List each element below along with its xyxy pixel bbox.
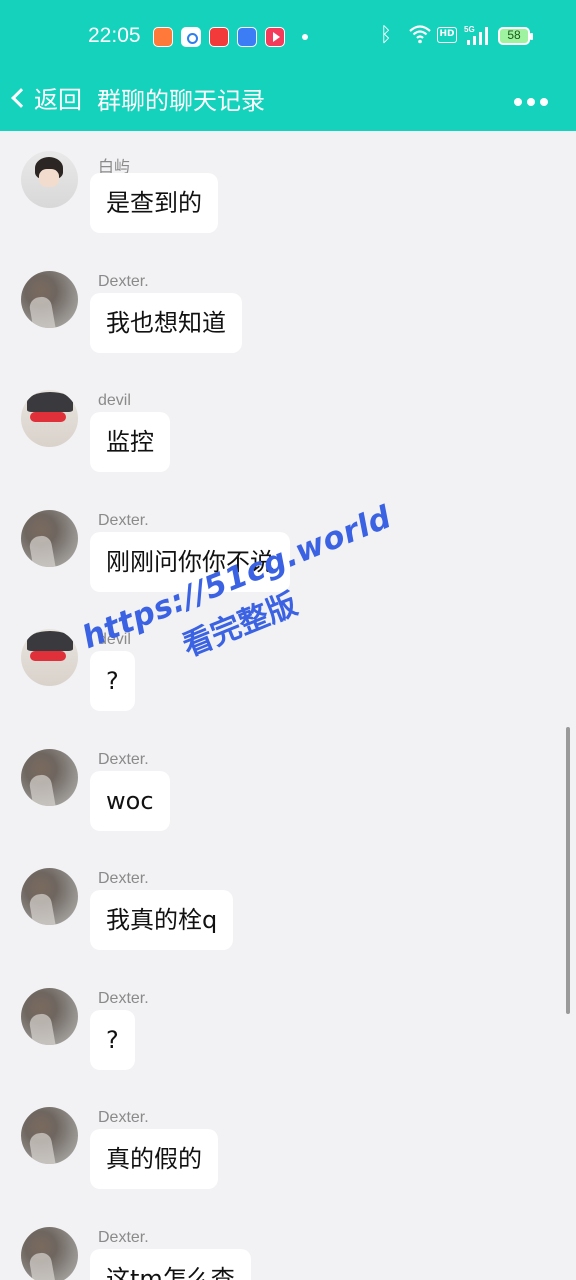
message-bubble[interactable]: 我也想知道 xyxy=(90,292,242,353)
message-row: Dexter. 真的假的 xyxy=(0,1097,576,1217)
sender-name: Dexter. xyxy=(98,272,149,290)
message-bubble[interactable]: 真的假的 xyxy=(90,1129,218,1189)
page-title: 群聊的聊天记录 xyxy=(97,87,265,115)
bluetooth-icon: ᛒ xyxy=(380,22,392,46)
more-button[interactable] xyxy=(514,92,554,112)
battery-level: 58 xyxy=(507,28,521,42)
message-bubble[interactable]: 这tm怎么查 xyxy=(90,1248,251,1280)
message-row: 白屿 是查到的 xyxy=(0,141,576,261)
avatar[interactable] xyxy=(21,151,78,208)
sender-name: Dexter. xyxy=(98,870,149,887)
message-bubble[interactable]: 我真的栓q xyxy=(90,890,234,950)
sender-name: devil xyxy=(98,392,131,409)
message-bubble[interactable]: ? xyxy=(90,1009,135,1070)
message-row: Dexter. woc xyxy=(0,739,576,859)
infinity-app-icon xyxy=(237,27,257,47)
message-bubble[interactable]: woc xyxy=(90,770,170,831)
scrollbar[interactable] xyxy=(566,727,570,1014)
wifi-icon xyxy=(409,25,431,44)
avatar[interactable] xyxy=(21,987,78,1045)
video-app-icon xyxy=(265,27,285,47)
message-row: Dexter. 这tm怎么查 xyxy=(0,1217,576,1280)
avatar[interactable] xyxy=(21,629,78,686)
message-bubble[interactable]: ? xyxy=(90,651,135,711)
back-label: 返回 xyxy=(34,86,82,114)
camera-app-icon xyxy=(181,27,201,47)
message-row: Dexter.? xyxy=(0,978,576,1098)
status-time: 22:05 xyxy=(88,24,141,47)
message-row: devil 监控 xyxy=(0,380,576,500)
message-bubble[interactable]: 是查到的 xyxy=(90,173,218,233)
app-header: 22:05 ᛒ HD 5G 58 返回 群聊的聊天记录 xyxy=(0,0,576,131)
chevron-left-icon xyxy=(11,87,31,108)
back-button[interactable]: 返回 xyxy=(8,80,82,115)
avatar[interactable] xyxy=(21,509,78,567)
avatar[interactable] xyxy=(21,1107,78,1164)
sender-name: Dexter. xyxy=(98,1228,149,1246)
sender-name: devil xyxy=(98,631,131,648)
message-row: Dexter. 我也想知道 xyxy=(0,261,576,381)
notification-dot-icon xyxy=(302,34,308,40)
status-bar: 22:05 ᛒ HD 5G 58 xyxy=(0,0,576,72)
avatar[interactable] xyxy=(21,748,78,806)
message-row: Dexter. 刚刚问你你不说 xyxy=(0,500,576,620)
signal-icon: 5G xyxy=(464,25,488,45)
more-dots-icon xyxy=(514,98,522,106)
sender-name: Dexter. xyxy=(98,989,149,1007)
sender-name: Dexter. xyxy=(98,511,149,529)
avatar[interactable] xyxy=(21,390,78,447)
message-bubble[interactable]: 刚刚问你你不说 xyxy=(90,531,290,592)
message-bubble[interactable]: 监控 xyxy=(90,412,170,472)
avatar[interactable] xyxy=(21,270,78,328)
avatar[interactable] xyxy=(21,868,78,925)
message-row: devil? xyxy=(0,619,576,739)
shop-app-icon xyxy=(209,27,229,47)
message-row: Dexter. 我真的栓q xyxy=(0,858,576,978)
battery-icon: 58 xyxy=(498,27,533,45)
avatar[interactable] xyxy=(21,1226,78,1280)
nav-bar: 返回 群聊的聊天记录 xyxy=(0,72,576,131)
network-label: 5G xyxy=(464,25,475,34)
hd-icon: HD xyxy=(437,27,457,43)
photo-app-icon xyxy=(153,27,173,47)
sender-name: Dexter. xyxy=(98,750,149,768)
sender-name: Dexter. xyxy=(98,1109,149,1126)
